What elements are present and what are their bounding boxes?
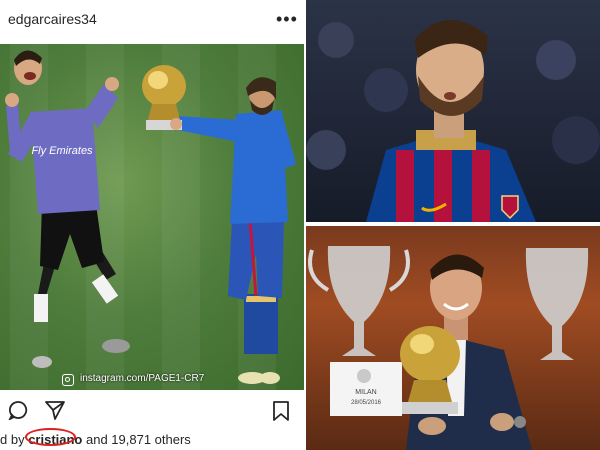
post-header: edgarcaires34 ••• [0, 0, 304, 42]
likes-prefix: d by [0, 432, 29, 447]
share-icon[interactable] [44, 400, 66, 420]
photo-top-player [306, 0, 600, 222]
post-photo[interactable]: Fly Emirates instagram.com/PAGE1-CR7 [0, 44, 304, 390]
post-action-bar [0, 394, 304, 428]
jersey-sponsor-text: Fly Emirates [31, 145, 93, 157]
bookmark-icon[interactable] [272, 400, 290, 422]
photo-bottom-player: MILAN 28/05/2016 [306, 226, 600, 450]
bottom-photo-illustration: MILAN 28/05/2016 [308, 246, 589, 450]
golden-ball-trophy [400, 326, 460, 382]
highlight-circle [25, 428, 76, 446]
players-illustration: Fly Emirates [5, 50, 296, 384]
trophy-holding-player [178, 77, 296, 384]
more-options-icon[interactable]: ••• [276, 9, 298, 30]
likes-count-text[interactable]: and 19,871 others [82, 432, 191, 447]
watermark-text: instagram.com/PAGE1-CR7 [80, 373, 205, 384]
watch-icon [514, 416, 526, 428]
celebrating-player: Fly Emirates [5, 50, 130, 368]
placard-city: MILAN [355, 389, 376, 396]
instagram-post: edgarcaires34 ••• Fly Emirates instagram… [0, 0, 304, 450]
post-username[interactable]: edgarcaires34 [8, 11, 97, 27]
instagram-logo-icon [62, 374, 74, 386]
top-photo-illustration [306, 19, 600, 222]
placard-date: 28/05/2016 [351, 400, 382, 406]
comment-icon[interactable] [8, 400, 28, 420]
ballon-dor-trophy [142, 65, 186, 130]
